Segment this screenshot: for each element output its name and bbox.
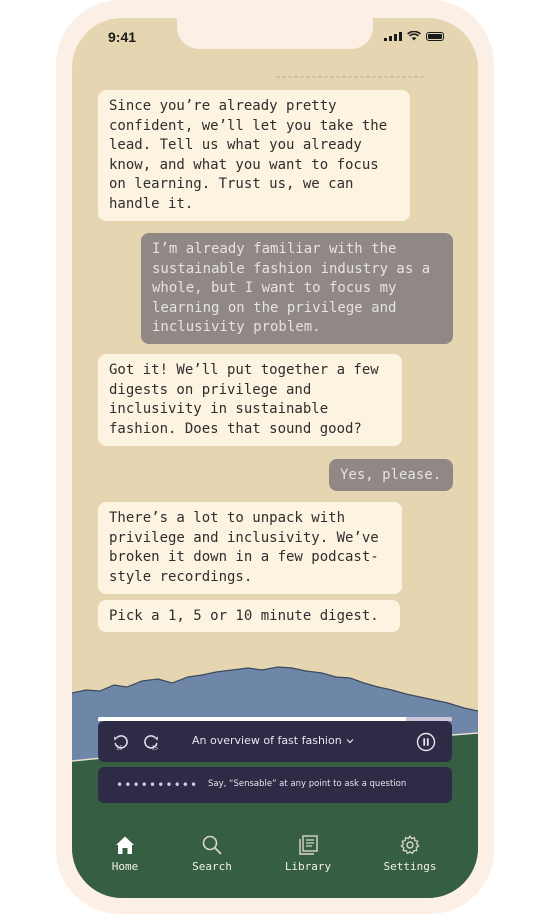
paper-edge bbox=[276, 76, 426, 78]
forward-label: 15 bbox=[152, 746, 158, 751]
forward-15-button[interactable]: 15 bbox=[142, 733, 160, 751]
app-screen: 9:41 Since you’re already pretty confide… bbox=[72, 18, 478, 898]
track-title-dropdown[interactable]: An overview of fast fashion bbox=[192, 734, 354, 747]
status-time: 9:41 bbox=[108, 29, 137, 45]
tab-settings[interactable]: Settings bbox=[370, 834, 450, 873]
tab-search[interactable]: Search bbox=[172, 834, 252, 873]
status-icons bbox=[384, 31, 444, 41]
home-icon bbox=[116, 836, 134, 854]
tab-label: Home bbox=[111, 860, 139, 873]
voice-hint: Say, “Sensable” at any point to ask a qu… bbox=[208, 779, 407, 789]
voice-prompt: •••••••••• Say, “Sensable” at any point … bbox=[98, 767, 452, 803]
library-icon bbox=[299, 835, 318, 855]
track-title: An overview of fast fashion bbox=[192, 734, 342, 747]
tab-label: Settings bbox=[383, 860, 437, 873]
battery-icon bbox=[426, 31, 444, 41]
bot-message: Got it! We’ll put together a few digests… bbox=[98, 354, 402, 446]
signal-icon bbox=[384, 31, 402, 41]
tab-library[interactable]: Library bbox=[268, 834, 348, 873]
tab-label: Library bbox=[284, 860, 332, 873]
user-message: I’m already familiar with the sustainabl… bbox=[141, 233, 453, 344]
tab-home[interactable]: Home bbox=[85, 834, 165, 873]
rewind-15-button[interactable]: 15 bbox=[112, 733, 130, 751]
wifi-icon bbox=[407, 31, 421, 41]
bot-message: Since you’re already pretty confident, w… bbox=[98, 90, 410, 221]
voice-indicator: •••••••••• bbox=[116, 778, 199, 792]
phone-frame: 9:41 Since you’re already pretty confide… bbox=[56, 0, 494, 914]
search-icon bbox=[202, 835, 222, 855]
gear-icon bbox=[400, 835, 420, 855]
rewind-label: 15 bbox=[116, 746, 122, 751]
audio-player: 15 15 An overview of fast fashion bbox=[98, 721, 452, 762]
user-message: Yes, please. bbox=[329, 459, 453, 491]
pause-button[interactable] bbox=[416, 732, 436, 752]
bot-message: There’s a lot to unpack with privilege a… bbox=[98, 502, 402, 594]
tab-label: Search bbox=[192, 860, 232, 873]
bot-message: Pick a 1, 5 or 10 minute digest. bbox=[98, 600, 400, 632]
notch bbox=[177, 18, 373, 49]
chevron-down-icon bbox=[346, 738, 354, 743]
tab-bar: Home Search Library Settings bbox=[72, 834, 478, 894]
